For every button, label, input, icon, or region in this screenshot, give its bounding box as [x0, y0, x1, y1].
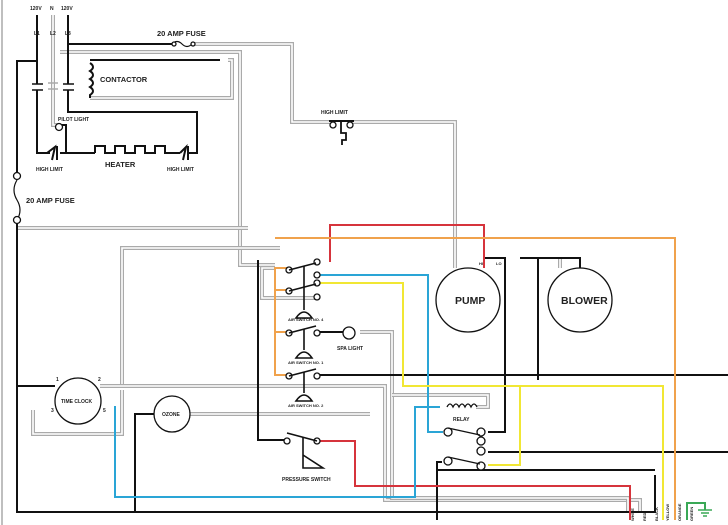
fuse-top-icon: [171, 40, 196, 48]
blower-label: BLOWER: [561, 295, 608, 307]
l3-voltage: 120V: [61, 6, 73, 12]
fuse-top-label: 20 AMP FUSE: [157, 29, 206, 38]
pump-label: PUMP: [455, 295, 485, 307]
l2-label: L2: [50, 31, 56, 37]
air-switch-4-label: AIR SWITCH NO. 4: [288, 317, 324, 322]
air-switch-2-label: AIR SWITCH NO. 2: [288, 403, 324, 408]
fuse-left-label: 20 AMP FUSE: [26, 196, 75, 205]
wire-label-yellow: YELLOW: [665, 504, 670, 521]
air-switch-4[interactable]: [285, 258, 321, 319]
neutral-wire-inner: [350, 121, 456, 268]
spa-light-label: SPA LIGHT: [337, 346, 363, 352]
fuse-left-icon: [12, 171, 22, 225]
high-limit-right-icon: [179, 143, 189, 161]
time-clock-label: TIME CLOCK: [61, 399, 92, 405]
neutral-wire-inner: [195, 43, 333, 123]
pilot-light-label: PILOT LIGHT: [58, 117, 89, 123]
wire-label-green: GREEN: [689, 507, 694, 521]
spa-light-icon: [342, 326, 356, 340]
relay: [443, 403, 486, 471]
time-clock-pin-2: 2: [98, 377, 101, 383]
pressure-switch[interactable]: [283, 432, 326, 469]
neutral-wire: [392, 393, 490, 409]
relay-label: RELAY: [453, 417, 470, 423]
wiring-diagram: 120V N 120V L1 L2 L3 20 AMP FUSE CONTACT…: [1, 0, 728, 525]
wire-label-white: WHITE: [630, 508, 635, 521]
ozone-label: OZONE: [162, 412, 180, 418]
neutral-label: N: [50, 6, 54, 12]
neutral-wire-inner: [121, 247, 280, 385]
neutral-wire: [195, 42, 333, 124]
time-clock-pin-5: 5: [103, 408, 106, 414]
air-switch-1[interactable]: [285, 325, 321, 359]
contactor-label: CONTACTOR: [100, 75, 148, 84]
neutral-wires: [17, 15, 642, 512]
time-clock-pin-1: 1: [56, 377, 59, 383]
wire-label-orange: ORANGE: [677, 503, 682, 521]
l3-label: L3: [65, 31, 71, 37]
time-clock-pin-3: 3: [51, 408, 54, 414]
red-wire-pump-hi: [329, 224, 485, 268]
high-limit-top-label: HIGH LIMIT: [321, 110, 348, 116]
pressure-switch-label: PRESSURE SWITCH: [282, 477, 331, 483]
high-limit-left-label: HIGH LIMIT: [36, 167, 63, 173]
pilot-light-icon: [54, 122, 64, 132]
air-switch-1-label: AIR SWITCH NO. 1: [288, 360, 324, 365]
pump-lo-label: LO: [496, 261, 502, 266]
l1-label: L1: [34, 31, 40, 37]
neutral-wire: [350, 120, 457, 268]
high-limit-right-label: HIGH LIMIT: [167, 167, 194, 173]
pump-hi-label: HI: [479, 261, 483, 266]
ground-icon: [698, 509, 712, 517]
high-limit-left-icon: [46, 144, 58, 161]
wire-label-black: BLACK: [654, 507, 659, 521]
high-limit-top-icon: [329, 120, 354, 145]
wire-label-red: RED: [642, 512, 647, 521]
l1-voltage: 120V: [30, 6, 42, 12]
neutral-wire: [120, 246, 280, 385]
heater-label: HEATER: [105, 160, 136, 169]
